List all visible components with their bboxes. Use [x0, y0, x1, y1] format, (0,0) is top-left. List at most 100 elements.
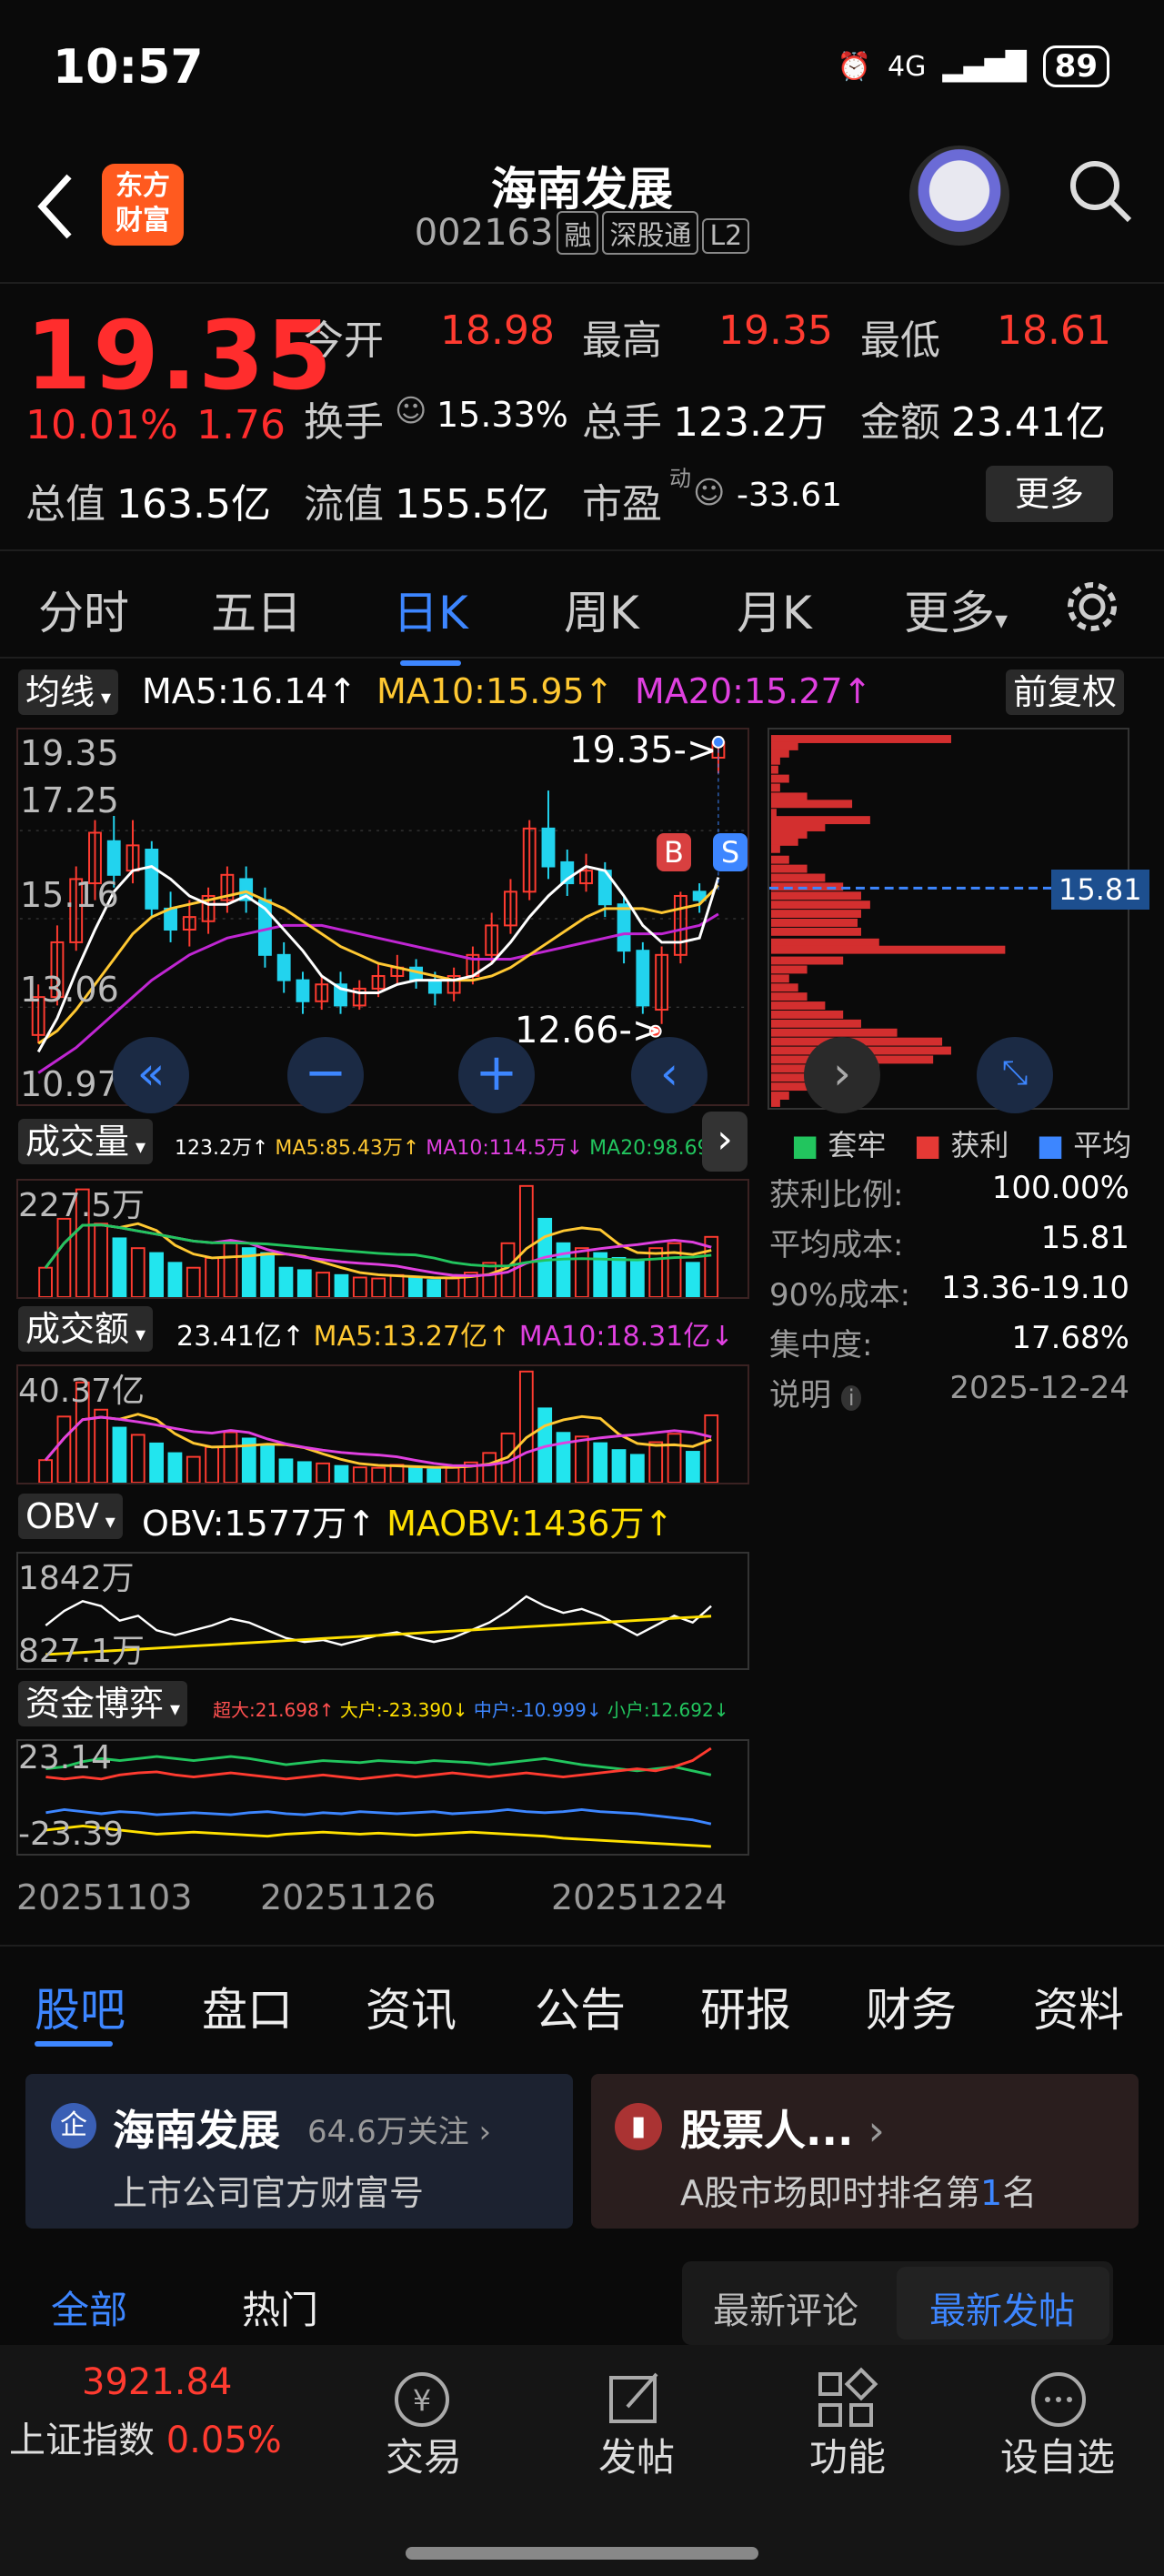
expand-icon[interactable]: ⤡: [977, 1037, 1053, 1113]
amount-selector[interactable]: 成交额 ▾: [18, 1306, 154, 1352]
chip-bar: [770, 830, 808, 839]
fund-game-chart[interactable]: [16, 1739, 749, 1856]
scroll-left-icon[interactable]: ‹: [631, 1037, 707, 1113]
candle-body: [145, 849, 159, 910]
assistant-avatar-icon[interactable]: [909, 146, 1009, 246]
maobv-value: MAOBV:1436万: [386, 1504, 645, 1544]
chip-bar: [770, 1001, 826, 1010]
tab-daily-k[interactable]: 日K: [393, 577, 468, 666]
float-cap-label: 流值: [304, 481, 384, 528]
ma-selector[interactable]: 均线 ▾: [18, 669, 119, 715]
change-percent: 10.01%: [25, 402, 178, 448]
add-watchlist-label[interactable]: 设自选: [1000, 2427, 1115, 2482]
zoom-in-icon[interactable]: +: [458, 1037, 535, 1113]
trade-label[interactable]: 交易: [386, 2427, 462, 2482]
content-tab[interactable]: 资料: [1033, 1974, 1124, 2039]
amount-bar: [205, 1445, 219, 1483]
functions-label[interactable]: 功能: [809, 2427, 886, 2482]
content-tab[interactable]: 盘口: [202, 1974, 293, 2039]
more-button[interactable]: 更多: [986, 466, 1113, 522]
search-icon[interactable]: [1064, 155, 1137, 227]
trade-icon[interactable]: ¥: [386, 2363, 458, 2436]
super-large-line: [45, 1746, 712, 1781]
tab-weekly-k[interactable]: 周K: [564, 577, 639, 642]
fund-game-selector[interactable]: 资金博弈 ▾: [18, 1681, 188, 1726]
candle-body: [541, 827, 556, 868]
tab-more[interactable]: 更多▾: [904, 577, 1008, 642]
volume-selector[interactable]: 成交量 ▾: [18, 1119, 154, 1164]
sort-toggle: 最新评论 最新发帖: [682, 2261, 1113, 2345]
company-account-card[interactable]: 企 海南发展 64.6万关注 › 上市公司官方财富号: [25, 2074, 573, 2229]
filter-hot[interactable]: 热门: [242, 2279, 318, 2335]
index-name[interactable]: 上证指数 0.05%: [9, 2410, 282, 2463]
amount-bar: [667, 1433, 682, 1483]
up-arrow: ↑: [487, 1321, 519, 1353]
high-value: 19.35: [718, 307, 833, 354]
content-tab[interactable]: 研报: [700, 1974, 791, 2039]
chip-bar: [770, 1019, 861, 1028]
chip-note-link[interactable]: 说明 i: [769, 1370, 862, 1420]
y-axis-3: 15.16: [20, 875, 119, 915]
sort-latest-post[interactable]: 最新发帖: [929, 2281, 1075, 2334]
pe-info-icon[interactable]: ☺: [693, 475, 725, 511]
amount-bar: [482, 1452, 497, 1483]
amount-bar: [704, 1414, 719, 1483]
expand-right-icon[interactable]: ›: [702, 1112, 748, 1172]
content-tab[interactable]: 股吧: [35, 1974, 125, 2039]
obv-y-bottom: 827.1万: [18, 1633, 146, 1670]
content-tab[interactable]: 公告: [535, 1974, 626, 2039]
amount-bar: [686, 1451, 700, 1483]
zoom-out-icon[interactable]: −: [287, 1037, 364, 1113]
medium-trader-line: [45, 1808, 712, 1826]
volume-bar: [556, 1242, 571, 1297]
chip-bar: [770, 901, 870, 910]
tab-monthly-k[interactable]: 月K: [737, 577, 812, 642]
adjust-mode-button[interactable]: 前复权: [1006, 669, 1125, 715]
sort-latest-comment[interactable]: 最新评论: [713, 2281, 858, 2334]
header: 东方 财富 海南发展 002163 融深股通 L2: [0, 136, 1164, 282]
tab-five-day[interactable]: 五日: [211, 577, 302, 642]
y-axis-2: 17.25: [20, 780, 119, 820]
index-value[interactable]: 3921.84: [82, 2361, 232, 2403]
amount-bar: [407, 1465, 423, 1483]
chip-bar: [770, 735, 951, 743]
functions-icon[interactable]: [809, 2363, 882, 2436]
volume-bar: [445, 1277, 460, 1297]
tab-intraday[interactable]: 分时: [38, 577, 129, 642]
volume-bar: [130, 1247, 146, 1297]
pe-value: -33.61: [737, 477, 843, 514]
content-tab[interactable]: 财务: [866, 1974, 957, 2039]
volume-bar: [56, 1217, 72, 1297]
chip-bar: [770, 783, 780, 792]
post-icon[interactable]: [598, 2363, 671, 2436]
dropdown-icon: ▾: [129, 1323, 146, 1346]
float-cap-value: 155.5亿: [395, 481, 549, 528]
filter-all[interactable]: 全部: [51, 2279, 127, 2335]
settings-gear-icon[interactable]: [1062, 577, 1122, 637]
chip-bar: [770, 1082, 808, 1092]
volume-bar: [316, 1272, 331, 1297]
medium-value: 中户:-10.999: [473, 1699, 587, 1721]
content-tab[interactable]: 资讯: [366, 1974, 457, 2039]
obv-selector[interactable]: OBV ▾: [18, 1494, 123, 1539]
scroll-left-fast-icon[interactable]: «: [113, 1037, 189, 1113]
sell-marker[interactable]: S: [713, 833, 748, 871]
volume-bar: [518, 1184, 534, 1297]
buy-marker[interactable]: B: [657, 833, 691, 871]
up-arrow: ↑: [281, 1321, 314, 1353]
chip-bar: [770, 756, 780, 765]
add-watchlist-icon[interactable]: [1022, 2363, 1095, 2436]
amount-bar: [648, 1441, 664, 1483]
chip-next-icon[interactable]: ›: [804, 1037, 880, 1113]
amount-bar: [186, 1455, 201, 1483]
stock-ranking-card[interactable]: ▮ 股票人... › A股市场即时排名第1名: [591, 2074, 1139, 2229]
amount-bar: [389, 1464, 405, 1483]
volume-bar: [112, 1237, 127, 1297]
info-icon[interactable]: ☺: [395, 393, 426, 429]
volume-bar: [426, 1279, 442, 1297]
amount-label: 金额: [860, 399, 940, 446]
post-label[interactable]: 发帖: [598, 2427, 675, 2482]
chip-row-key: 集中度:: [769, 1327, 873, 1363]
chip-row-key: 平均成本:: [769, 1227, 904, 1263]
amount-indicators: 23.41亿↑ MA5:13.27亿↑ MA10:18.31亿↓: [176, 1313, 733, 1353]
